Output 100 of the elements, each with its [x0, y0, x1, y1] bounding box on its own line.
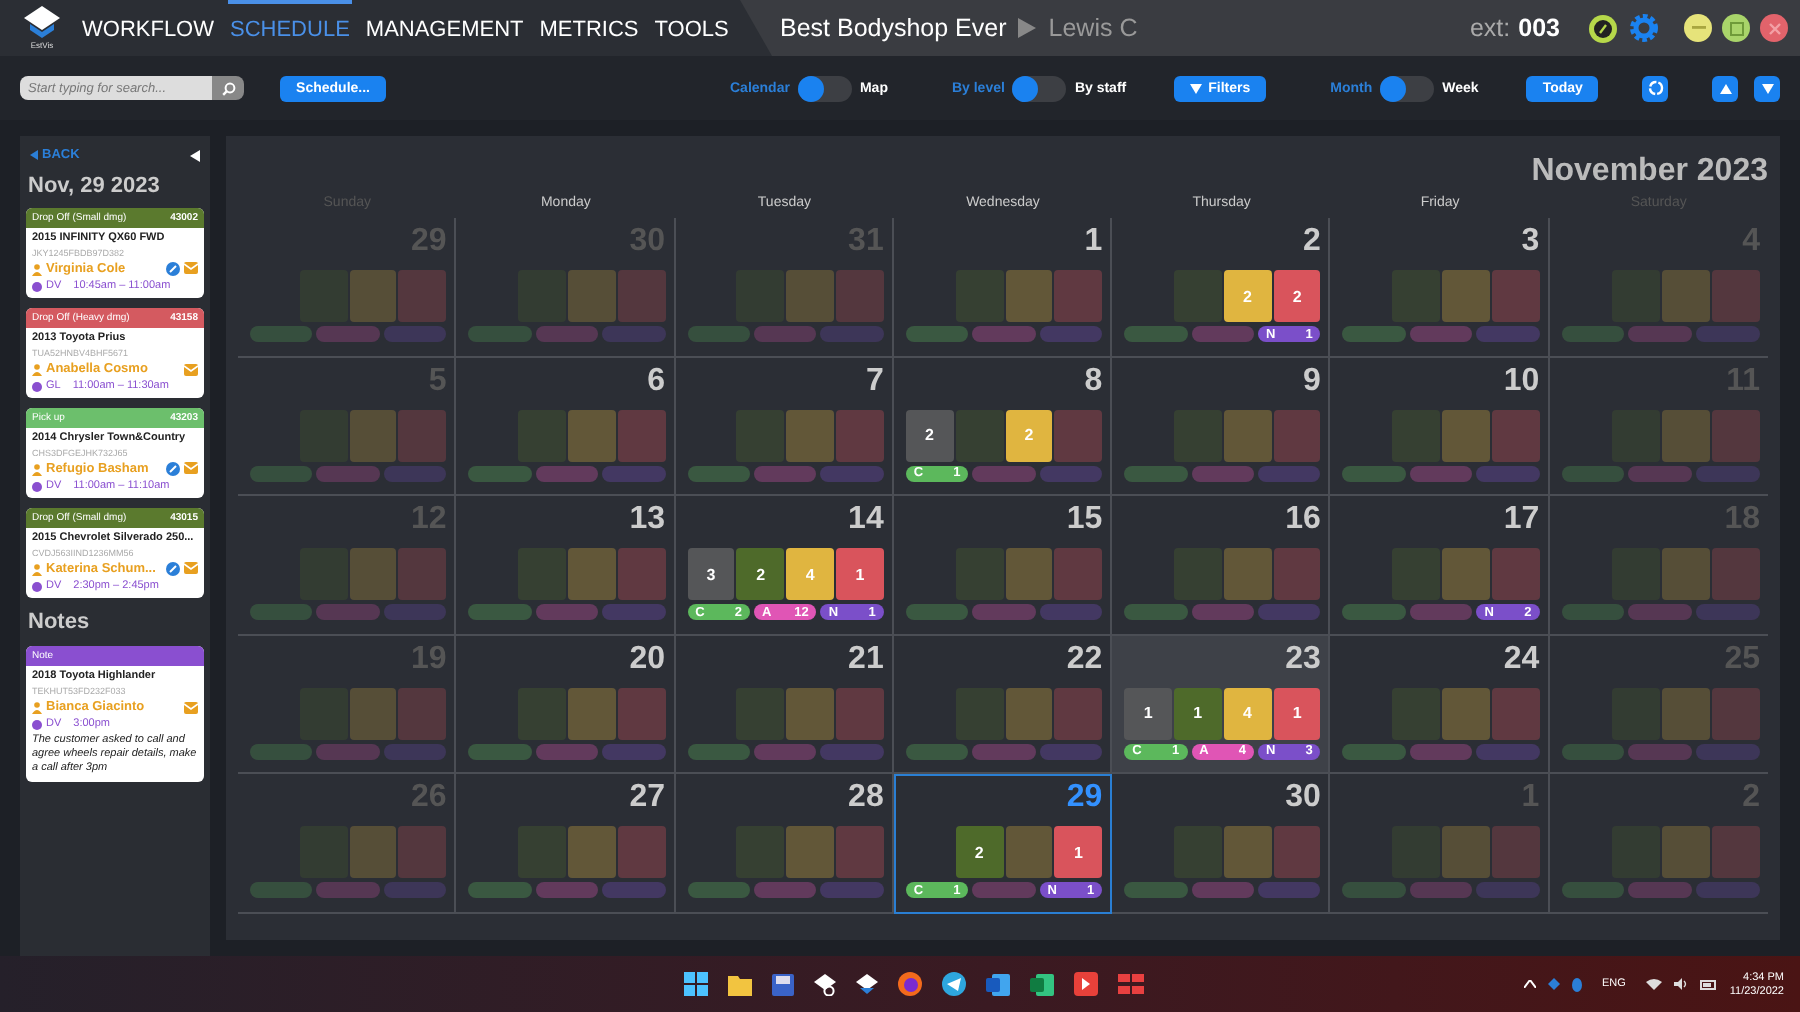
level-count[interactable]: 1	[836, 548, 884, 600]
empty-level-slot	[1442, 409, 1490, 461]
empty-level-slot	[836, 270, 884, 322]
search-button[interactable]	[212, 76, 245, 100]
level-count[interactable]: 2	[955, 826, 1003, 878]
battery-icon[interactable]	[1699, 979, 1718, 989]
empty-level-slot	[736, 270, 785, 322]
empty-level-slot	[955, 270, 1003, 322]
empty-level-slot	[786, 270, 835, 322]
refresh-button[interactable]	[1642, 75, 1669, 101]
day-cell[interactable]: 30	[1112, 774, 1331, 913]
level-count[interactable]: 1	[1054, 826, 1103, 878]
day-cell[interactable]: 22	[893, 635, 1113, 774]
app-icon[interactable]	[856, 973, 878, 995]
day-number: 17	[1503, 502, 1540, 540]
minimize-button[interactable]	[1684, 14, 1712, 42]
day-number: 3	[1521, 224, 1540, 262]
empty-level-slot	[1491, 409, 1540, 461]
maximize-icon	[1729, 21, 1743, 35]
caret-icon	[1190, 83, 1203, 93]
day-cell[interactable]: 20	[456, 635, 676, 774]
empty-level-slot	[1491, 687, 1540, 739]
ext-number: 003	[1518, 14, 1560, 42]
close-icon	[1767, 21, 1781, 35]
empty-level-slot	[1054, 270, 1103, 322]
empty-level-slot	[1173, 826, 1222, 878]
down-button[interactable]	[1754, 75, 1780, 101]
empty-level-slot	[736, 826, 785, 878]
day-cell[interactable]: 10	[1330, 357, 1550, 496]
close-button[interactable]	[1760, 14, 1788, 42]
spreadsheet-app-icon[interactable]	[1030, 973, 1054, 995]
level-count[interactable]: 3	[687, 548, 735, 600]
day-cell[interactable]: 15	[893, 496, 1113, 635]
app-icon[interactable]	[814, 973, 836, 995]
empty-level-slot	[1661, 409, 1710, 461]
day-cell[interactable]: 9	[1112, 357, 1331, 496]
level-count[interactable]: 2	[905, 409, 954, 461]
collapse-icon[interactable]	[190, 149, 200, 161]
day-cell[interactable]: 13	[456, 496, 676, 635]
up-button[interactable]	[1712, 75, 1739, 101]
level-count[interactable]: 2	[1273, 270, 1321, 322]
settings-icon[interactable]	[1628, 12, 1660, 44]
nav-tab[interactable]: MANAGEMENT	[363, 0, 526, 56]
empty-level-slot	[1711, 270, 1761, 322]
empty-level-slot	[1711, 409, 1761, 461]
empty-level-slot	[1711, 687, 1761, 739]
maximize-button[interactable]	[1722, 14, 1750, 42]
browser-icon[interactable]	[898, 972, 922, 996]
refresh-icon	[1647, 80, 1664, 96]
empty-level-slot	[518, 270, 566, 322]
empty-level-slot	[1491, 826, 1540, 878]
down-arrow-icon	[1761, 83, 1774, 93]
chevron-up-icon[interactable]	[1523, 980, 1536, 988]
empty-level-slot	[1611, 548, 1660, 600]
chat-icon[interactable]	[1588, 13, 1618, 43]
level-count[interactable]: 1	[1273, 687, 1321, 739]
level-count[interactable]: 1	[1124, 687, 1172, 739]
empty-level-slot	[1392, 826, 1441, 878]
bluetooth-icon[interactable]	[1571, 977, 1582, 991]
paper-plane-icon[interactable]	[942, 972, 966, 996]
level-count[interactable]: 2	[736, 548, 785, 600]
empty-level-slot	[1661, 687, 1710, 739]
empty-level-slot	[1005, 548, 1053, 600]
wifi-icon[interactable]	[1645, 978, 1662, 990]
day-cell[interactable]: 21	[675, 635, 894, 774]
minimize-icon	[1691, 26, 1705, 30]
app-tray-icon[interactable]	[1547, 978, 1560, 990]
app-icon[interactable]	[1074, 972, 1098, 996]
level-count[interactable]: 1	[1173, 687, 1222, 739]
empty-level-slot	[1661, 548, 1710, 600]
day-cell[interactable]: 27	[456, 774, 676, 913]
empty-level-slot	[567, 409, 616, 461]
document-app-icon[interactable]	[986, 973, 1010, 995]
nav-tab[interactable]: WORKFLOW	[80, 0, 216, 56]
toggle-switch[interactable]	[1012, 75, 1067, 101]
folder-icon[interactable]	[728, 973, 752, 995]
windows-start-icon[interactable]	[684, 972, 708, 996]
empty-level-slot	[617, 409, 666, 461]
empty-level-slot	[398, 826, 447, 878]
toggle-switch[interactable]	[1380, 75, 1435, 101]
toggle-switch[interactable]	[797, 75, 852, 101]
empty-level-slot	[1711, 826, 1761, 878]
empty-level-slot	[1054, 687, 1103, 739]
day-cell[interactable]: 1	[893, 218, 1113, 357]
nav-tab[interactable]: METRICS	[537, 0, 641, 56]
play-icon	[1018, 18, 1037, 38]
day-cell[interactable]: 7	[675, 357, 894, 496]
empty-level-slot	[1711, 548, 1761, 600]
day-cell[interactable]: 16	[1112, 496, 1331, 635]
technician-dot	[32, 281, 42, 291]
day-cell[interactable]: 6	[456, 357, 676, 496]
empty-level-slot	[1442, 687, 1490, 739]
day-cell[interactable]: 28	[675, 774, 894, 913]
day-number: 20	[629, 641, 666, 679]
speaker-icon[interactable]	[1673, 978, 1688, 990]
day-cell[interactable]: 24	[1330, 635, 1550, 774]
empty-level-slot	[1442, 270, 1490, 322]
day-cell[interactable]: 3	[1330, 218, 1550, 357]
notes-heading: Notes	[28, 610, 92, 634]
nav-tab[interactable]: TOOLS	[652, 0, 731, 56]
